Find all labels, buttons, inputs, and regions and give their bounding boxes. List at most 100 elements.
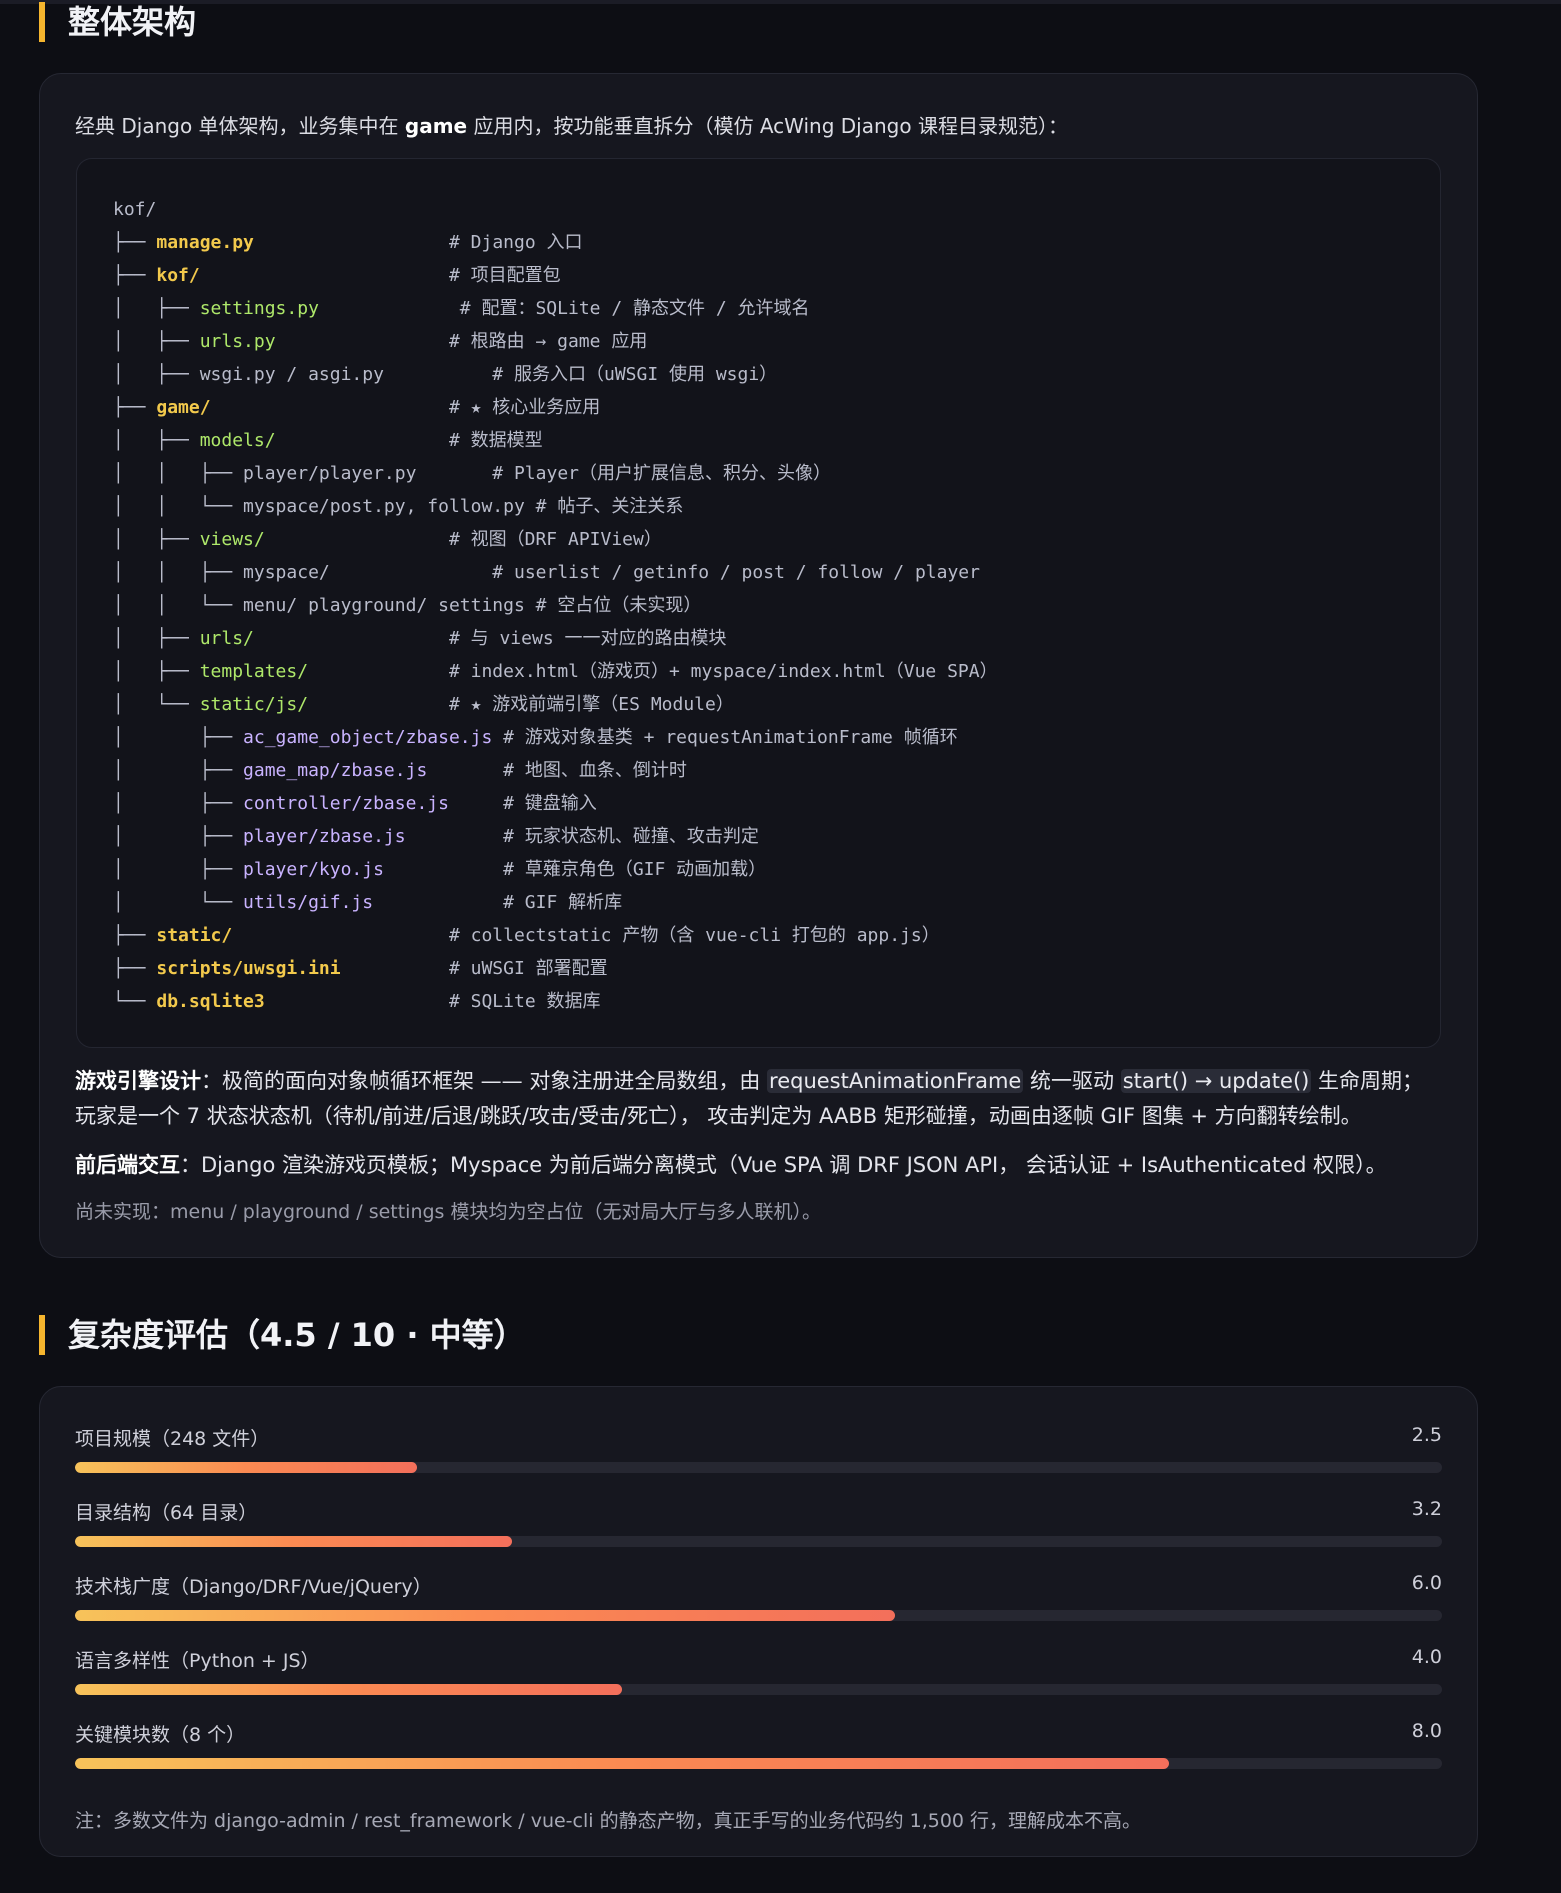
- tree-entry-name: db.sqlite3: [156, 991, 265, 1012]
- metric-bar-track: [75, 1462, 1442, 1473]
- tree-branch: │ ├──: [113, 760, 244, 781]
- tree-line: │ ├── models/ # 数据模型: [113, 424, 998, 457]
- tree-entry-comment: # ★ 游戏前端引擎（ES Module）: [308, 694, 734, 715]
- tree-entry-name: player/kyo.js: [243, 859, 384, 880]
- tree-line: │ └── utils/gif.js # GIF 解析库: [113, 886, 998, 919]
- metric-bar-fill: [75, 1758, 1169, 1769]
- tree-line: ├── game/ # ★ 核心业务应用: [113, 391, 998, 424]
- tree-line: │ ├── settings.py # 配置：SQLite / 静态文件 / 允…: [113, 292, 998, 325]
- tree-branch: ├──: [113, 925, 157, 946]
- tree-branch: │ ├──: [113, 364, 200, 385]
- metric-bar-track: [75, 1536, 1442, 1547]
- tree-line: │ │ └── myspace/post.py, follow.py # 帖子、…: [113, 490, 998, 523]
- engine-design-paragraph: 游戏引擎设计：极简的面向对象帧循环框架 —— 对象注册进全局数组，由 reque…: [75, 1064, 1450, 1134]
- tree-line: │ ├── game_map/zbase.js # 地图、血条、倒计时: [113, 754, 998, 787]
- tree-entry-comment: # 根路由 → game 应用: [275, 331, 648, 352]
- tree-line: kof/: [113, 193, 998, 226]
- interaction-label: 前后端交互: [75, 1153, 180, 1177]
- tree-branch: ├──: [113, 265, 157, 286]
- tree-branch: │ ├──: [113, 298, 200, 319]
- tree-branch: │ └──: [113, 892, 244, 913]
- metric-bar-fill: [75, 1610, 896, 1621]
- tree-entry-comment: # 与 views 一一对应的路由模块: [253, 628, 727, 649]
- unimplemented-note: 尚未实现：menu / playground / settings 模块均为空占…: [75, 1201, 822, 1223]
- tree-entry-name: kof/: [113, 199, 157, 220]
- tree-entry-name: ac_game_object/zbase.js: [243, 727, 493, 748]
- metric-score: 4.0: [1411, 1646, 1442, 1668]
- tree-branch: ├──: [113, 397, 157, 418]
- tree-entry-comment: # 配置：SQLite / 静态文件 / 允许域名: [318, 298, 810, 319]
- architecture-intro: 经典 Django 单体架构，业务集中在 game 应用内，按功能垂直拆分（模仿…: [75, 110, 1068, 139]
- tree-line: │ ├── wsgi.py / asgi.py # 服务入口（uWSGI 使用 …: [113, 358, 998, 391]
- tree-line: ├── scripts/uwsgi.ini # uWSGI 部署配置: [113, 952, 998, 985]
- engine-label: 游戏引擎设计: [75, 1069, 201, 1093]
- tree-line: │ ├── controller/zbase.js # 键盘输入: [113, 787, 998, 820]
- tree-entry-name: static/: [156, 925, 233, 946]
- tree-branch: │ │ └──: [113, 496, 244, 517]
- metric-label: 关键模块数（8 个）: [75, 1724, 246, 1746]
- complexity-note: 注：多数文件为 django-admin / rest_framework / …: [75, 1810, 1142, 1832]
- engine-text: ：极简的面向对象帧循环框架 —— 对象注册进全局数组，由: [201, 1069, 768, 1093]
- tree-entry-comment: # 游戏对象基类 + requestAnimationFrame 帧循环: [492, 727, 958, 748]
- tree-entry-name: scripts/uwsgi.ini: [156, 958, 341, 979]
- architecture-card: 经典 Django 单体架构，业务集中在 game 应用内，按功能垂直拆分（模仿…: [39, 73, 1478, 1258]
- tree-line: │ ├── views/ # 视图（DRF APIView）: [113, 523, 998, 556]
- metric-label: 项目规模（248 文件）: [75, 1428, 270, 1450]
- tree-line: ├── static/ # collectstatic 产物（含 vue-cli…: [113, 919, 998, 952]
- tree-branch: │ ├──: [113, 793, 244, 814]
- tree-branch: │ │ ├──: [113, 562, 244, 583]
- tree-entry-comment: # 空占位（未实现）: [524, 595, 702, 616]
- tree-entry-name: static/js/: [199, 694, 309, 715]
- tree-line: ├── manage.py # Django 入口: [113, 226, 998, 259]
- metric-bar-track: [75, 1758, 1442, 1769]
- metric-row: 目录结构（64 目录） 3.2: [75, 1498, 1442, 1558]
- tree-entry-comment: # 帖子、关注关系: [524, 496, 684, 517]
- tree-branch: │ ├──: [113, 430, 200, 451]
- tree-branch: ├──: [113, 958, 157, 979]
- interaction-paragraph: 前后端交互：Django 渲染游戏页模板；Myspace 为前后端分离模式（Vu…: [75, 1148, 1450, 1183]
- tree-entry-name: game_map/zbase.js: [243, 760, 428, 781]
- tree-entry-name: manage.py: [156, 232, 254, 253]
- tree-entry-name: game/: [156, 397, 211, 418]
- tree-entry-comment: # 数据模型: [275, 430, 543, 451]
- tree-entry-comment: # collectstatic 产物（含 vue-cli 打包的 app.js）: [232, 925, 940, 946]
- intro-bold: game: [404, 114, 468, 138]
- tree-entry-name: models/: [199, 430, 276, 451]
- tree-entry-name: urls.py: [199, 331, 276, 352]
- top-border: [0, 0, 1561, 4]
- tree-branch: │ ├──: [113, 859, 244, 880]
- metric-bar-track: [75, 1684, 1442, 1695]
- metric-row: 关键模块数（8 个） 8.0: [75, 1720, 1442, 1780]
- inline-code-lifecycle: start() → update(): [1120, 1069, 1312, 1093]
- intro-text-2: 应用内，按功能垂直拆分（模仿 AcWing Django 课程目录规范）：: [467, 114, 1068, 138]
- tree-entry-name: utils/gif.js: [243, 892, 374, 913]
- tree-entry-comment: # 草薙京角色（GIF 动画加载）: [383, 859, 767, 880]
- tree-branch: │ └──: [113, 694, 200, 715]
- interaction-text: ：Django 渲染游戏页模板；Myspace 为前后端分离模式（Vue SPA…: [180, 1153, 1387, 1177]
- tree-line: ├── kof/ # 项目配置包: [113, 259, 998, 292]
- tree-entry-name: wsgi.py / asgi.py: [199, 364, 384, 385]
- tree-line: └── db.sqlite3 # SQLite 数据库: [113, 985, 998, 1018]
- tree-entry-comment: # GIF 解析库: [373, 892, 623, 913]
- tree-branch: │ ├──: [113, 661, 200, 682]
- tree-branch: │ │ └──: [113, 595, 244, 616]
- metric-score: 2.5: [1411, 1424, 1442, 1446]
- metric-label: 技术栈广度（Django/DRF/Vue/jQuery）: [75, 1576, 432, 1598]
- tree-entry-comment: # index.html（游戏页）+ myspace/index.html（Vu…: [308, 661, 998, 682]
- tree-branch: ├──: [113, 232, 157, 253]
- tree-entry-comment: # 视图（DRF APIView）: [264, 529, 662, 550]
- tree-line: │ │ └── menu/ playground/ settings # 空占位…: [113, 589, 998, 622]
- engine-text-2: 统一驱动: [1023, 1069, 1121, 1093]
- intro-text: 经典 Django 单体架构，业务集中在: [75, 114, 405, 138]
- tree-entry-name: templates/: [199, 661, 309, 682]
- metric-bar-fill: [75, 1536, 513, 1547]
- metric-row: 项目规模（248 文件） 2.5: [75, 1424, 1442, 1484]
- tree-entry-comment: # uWSGI 部署配置: [340, 958, 608, 979]
- metric-score: 8.0: [1411, 1720, 1442, 1742]
- tree-entry-comment: # 玩家状态机、碰撞、攻击判定: [405, 826, 759, 847]
- tree-entry-name: player/zbase.js: [243, 826, 406, 847]
- tree-entry-name: views/: [199, 529, 265, 550]
- tree-line: │ ├── urls.py # 根路由 → game 应用: [113, 325, 998, 358]
- tree-entry-name: player/player.py: [243, 463, 417, 484]
- tree-branch: │ ├──: [113, 826, 244, 847]
